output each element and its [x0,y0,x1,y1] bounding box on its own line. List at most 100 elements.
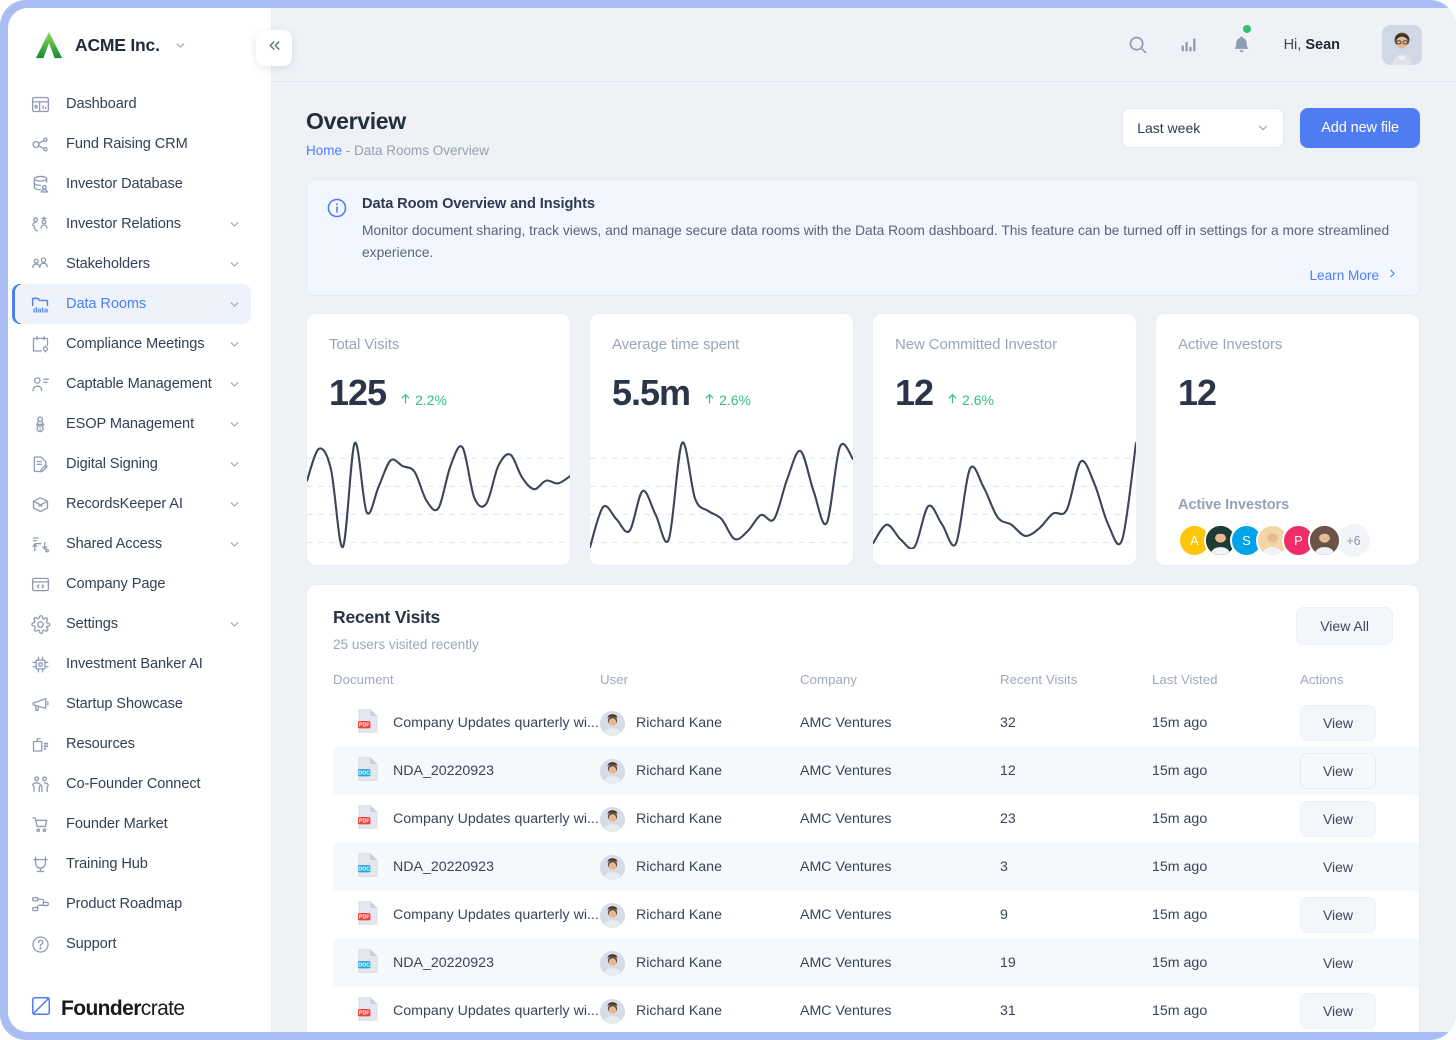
view-button[interactable]: View [1300,753,1376,790]
chevron-down-icon[interactable] [228,378,241,391]
greeting: Hi, Sean [1284,37,1340,53]
chevron-right-icon [1386,267,1399,283]
chevron-down-icon[interactable] [228,338,241,351]
sidebar-item-founder-market[interactable]: Founder Market [12,804,251,844]
sidebar-item-captable-management[interactable]: Captable Management [12,364,251,404]
column-header-document: Document [333,672,394,688]
view-all-button[interactable]: View All [1296,607,1393,646]
chevron-down-icon[interactable] [228,538,241,551]
learn-more-link[interactable]: Learn More [1309,267,1399,283]
sidebar-item-recordskeeper-ai[interactable]: RecordsKeeper AI [12,484,251,524]
svg-text:PDF: PDF [359,819,369,825]
chevron-down-icon[interactable] [228,498,241,511]
bar-chart-icon[interactable] [1179,34,1200,55]
view-button[interactable]: View [1300,897,1376,934]
page-header-actions: Last week Add new file [1122,108,1420,148]
view-button[interactable]: View [1300,705,1376,742]
table-row[interactable]: PDF Company Updates quarterly wi... Richar… [333,891,1419,939]
cell-actions: View [1300,891,1419,939]
acme-a-logo [34,30,64,60]
svg-text:DOC: DOC [358,867,370,873]
table-row[interactable]: DOC NDA_20220923 Richard Kane AMC Ventures 1… [333,747,1419,796]
view-button[interactable]: View [1300,945,1376,981]
user-cell: Richard Kane [600,902,800,928]
user-cell: Richard Kane [600,950,800,976]
view-button[interactable]: View [1300,801,1376,838]
sidebar-item-shared-access[interactable]: Shared Access [12,524,251,564]
chevron-down-icon[interactable] [228,458,241,471]
sidebar-item-label: Investor Relations [66,216,182,232]
sidebar-item-esop-management[interactable]: $ ESOP Management [12,404,251,444]
chevron-down-icon[interactable] [228,418,241,431]
cell-user: Richard Kane [600,843,800,891]
sidebar-item-compliance-meetings[interactable]: Compliance Meetings [12,324,251,364]
medal-icon: $ [30,414,51,435]
cell-company: AMC Ventures [800,859,892,876]
sidebar-item-resources[interactable]: Resources [12,724,251,764]
sidebar-item-label: Digital Signing [66,456,158,472]
brand-name: ACME Inc. [75,34,160,55]
stat-delta-value: 2.6% [719,392,751,409]
sidebar-collapse-button[interactable] [256,30,292,66]
sparkline-chart [307,441,570,549]
sidebar-item-data-rooms[interactable]: data Data Rooms [12,284,251,324]
column-header-company: Company [800,672,857,688]
date-range-select[interactable]: Last week [1122,108,1285,148]
foundercrate-logo [30,995,52,1022]
cell-recent-visits: 12 [1000,763,1016,780]
document-name: Company Updates quarterly wi... [393,1003,599,1020]
table-row[interactable]: DOC NDA_20220923 Richard Kane AMC Ventures 1… [333,939,1419,988]
chevron-down-icon [1256,121,1270,135]
table-row[interactable]: PDF Company Updates quarterly wi... Richar… [333,795,1419,843]
info-banner: Data Room Overview and Insights Monitor … [306,179,1420,297]
investor-avatar-initial: S [1242,533,1251,549]
learn-more-label: Learn More [1309,267,1379,283]
bell-icon[interactable] [1231,25,1252,55]
sidebar-item-label: ESOP Management [66,416,195,432]
chevron-down-icon[interactable] [228,298,241,311]
sidebar-item-dashboard[interactable]: Dashboard [12,84,251,124]
sidebar-item-company-page[interactable]: Company Page [12,564,251,604]
user-avatar[interactable] [1382,24,1422,65]
sidebar-item-investor-relations[interactable]: Investor Relations [12,204,251,244]
sidebar-item-investment-banker-ai[interactable]: Investment Banker AI [12,644,251,684]
breadcrumb-home-link[interactable]: Home [306,143,342,158]
sidebar-item-product-roadmap[interactable]: Product Roadmap [12,884,251,924]
user-cell: Richard Kane [600,998,800,1024]
table-row[interactable]: PDF Company Updates quarterly wi... Richar… [333,699,1419,747]
chevron-down-icon[interactable] [228,218,241,231]
sidebar-item-co-founder-connect[interactable]: Co-Founder Connect [12,764,251,804]
avatar-overflow-count[interactable]: +6 [1337,524,1370,558]
svg-text:PDF: PDF [359,1011,369,1017]
cell-document: PDF Company Updates quarterly wi... [333,795,600,843]
cell-actions: View [1300,939,1419,987]
cell-document: DOC NDA_20220923 [333,747,600,795]
view-button[interactable]: View [1300,993,1376,1030]
sidebar-item-digital-signing[interactable]: Digital Signing [12,444,251,484]
sidebar-item-investor-database[interactable]: Investor Database [12,164,251,204]
briefcase-icon [30,734,51,755]
search-icon[interactable] [1127,34,1148,55]
table-row[interactable]: DOC NDA_20220923 Richard Kane AMC Ventures 3… [333,843,1419,892]
chevron-down-icon[interactable] [228,258,241,271]
stat-card-total-visits: Total Visits 125 2.2% [306,313,571,567]
sidebar-item-training-hub[interactable]: Training Hub [12,844,251,884]
recent-visits-header: Recent Visits 25 users visited recently … [333,607,1393,652]
brand-switcher[interactable]: ACME Inc. [8,8,271,82]
investor-avatar[interactable] [1308,524,1341,558]
table-row[interactable]: PDF Company Updates quarterly wi... Richar… [333,987,1419,1032]
sidebar-item-fund-raising-crm[interactable]: Fund Raising CRM [12,124,251,164]
page-header: Overview Home - Data Rooms Overview Last… [306,108,1420,158]
chevron-down-icon[interactable] [228,618,241,631]
sidebar-item-settings[interactable]: Settings [12,604,251,644]
sidebar-item-stakeholders[interactable]: Stakeholders [12,244,251,284]
add-new-file-button[interactable]: Add new file [1300,108,1420,148]
view-button[interactable]: View [1300,849,1376,885]
sidebar-item-startup-showcase[interactable]: Startup Showcase [12,684,251,724]
cell-user: Richard Kane [600,939,800,987]
chevron-down-icon[interactable] [174,39,187,52]
sidebar-item-support[interactable]: Support [12,924,251,964]
stat-delta-value: 2.2% [415,392,447,409]
app-window: ACME Inc. Dashboard Fund Raising CRM Inves… [8,8,1456,1032]
sidebar-item-label: Data Rooms [66,296,147,312]
